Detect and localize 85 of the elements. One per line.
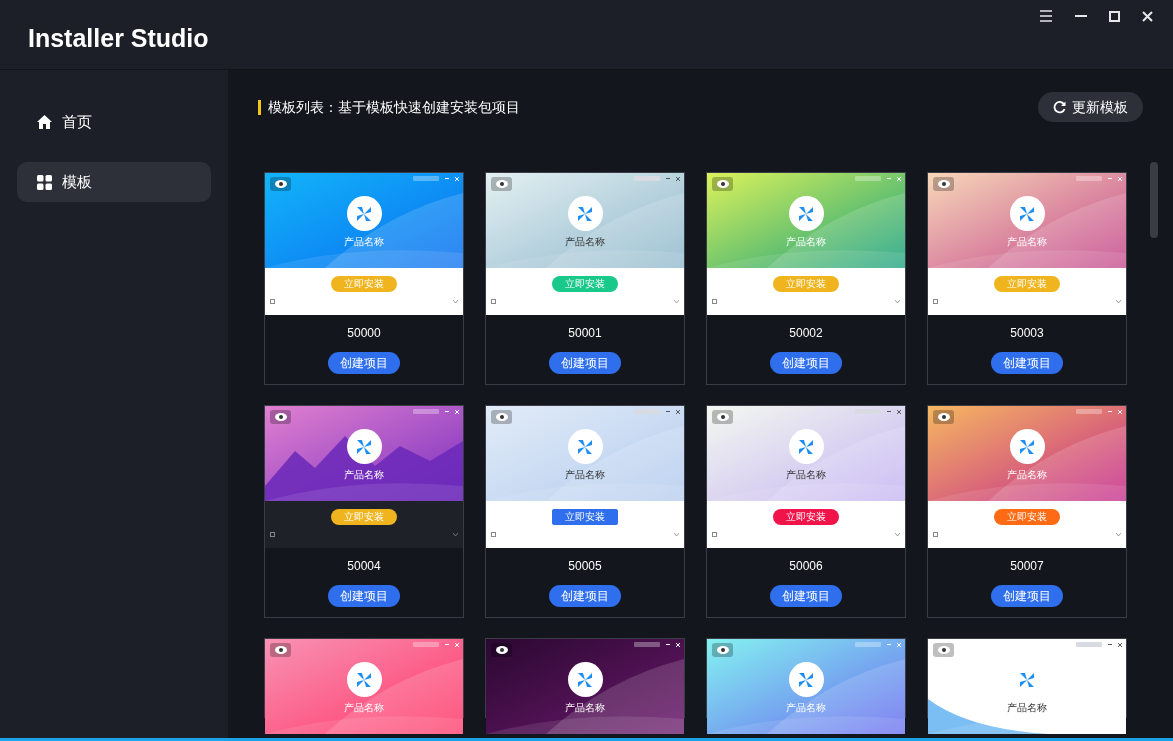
install-button[interactable]: 立即安装 (552, 509, 618, 525)
product-name: 产品名称 (565, 702, 605, 714)
product-name: 产品名称 (786, 236, 826, 248)
maximize-icon[interactable] (1109, 10, 1120, 22)
pinwheel-icon (355, 670, 373, 689)
install-button[interactable]: 立即安装 (994, 509, 1060, 525)
template-id: 50005 (568, 558, 602, 574)
sidebar-item[interactable]: 首页 (17, 102, 211, 142)
eye-icon[interactable] (937, 646, 950, 654)
template-id: 50004 (347, 558, 381, 574)
pinwheel-icon (576, 204, 594, 223)
agreement-checkbox[interactable] (712, 299, 717, 304)
eye-icon[interactable] (495, 646, 508, 654)
eye-icon[interactable] (274, 646, 287, 654)
create-project-button[interactable]: 创建项目 (549, 585, 621, 607)
chevron-down-icon[interactable] (1116, 533, 1121, 536)
agreement-checkbox[interactable] (933, 532, 938, 537)
eye-icon[interactable] (716, 413, 729, 421)
agreement-checkbox[interactable] (712, 532, 717, 537)
section-heading: 模板列表：基于模板快速创建安装包项目 (268, 97, 520, 117)
pinwheel-icon (1018, 670, 1036, 689)
agreement-checkbox[interactable] (491, 532, 496, 537)
app-title: Installer Studio (28, 23, 209, 54)
product-name: 产品名称 (344, 236, 384, 248)
create-project-button[interactable]: 创建项目 (549, 352, 621, 374)
language-dropdown[interactable] (634, 642, 660, 647)
product-name: 产品名称 (565, 236, 605, 248)
product-name: 产品名称 (786, 702, 826, 714)
pinwheel-icon (1018, 437, 1036, 456)
eye-icon[interactable] (495, 413, 508, 421)
refresh-button[interactable]: 更新模板 (1038, 92, 1143, 122)
pinwheel-icon (355, 204, 373, 223)
install-button[interactable]: 立即安装 (773, 509, 839, 525)
eye-icon[interactable] (716, 646, 729, 654)
product-name: 产品名称 (1007, 236, 1047, 248)
create-project-button[interactable]: 创建项目 (770, 585, 842, 607)
product-name: 产品名称 (786, 469, 826, 481)
product-name: 产品名称 (344, 702, 384, 714)
chevron-down-icon[interactable] (453, 300, 458, 303)
sidebar-item[interactable]: 模板 (17, 162, 211, 202)
chevron-down-icon[interactable] (1116, 300, 1121, 303)
template-id: 50003 (1010, 325, 1044, 341)
pinwheel-icon (576, 437, 594, 456)
agreement-checkbox[interactable] (270, 532, 275, 537)
pinwheel-icon (1018, 204, 1036, 223)
agreement-checkbox[interactable] (491, 299, 496, 304)
product-name: 产品名称 (344, 469, 384, 481)
pinwheel-icon (576, 670, 594, 689)
pinwheel-icon (355, 437, 373, 456)
agreement-checkbox[interactable] (270, 299, 275, 304)
menu-icon[interactable] (1039, 10, 1053, 22)
create-project-button[interactable]: 创建项目 (770, 352, 842, 374)
template-id: 50007 (1010, 558, 1044, 574)
create-project-button[interactable]: 创建项目 (991, 352, 1063, 374)
pinwheel-icon (797, 437, 815, 456)
template-id: 50002 (789, 325, 823, 341)
scrollbar[interactable] (1150, 162, 1158, 238)
pinwheel-icon (797, 204, 815, 223)
eye-icon[interactable] (274, 413, 287, 421)
eye-icon[interactable] (937, 413, 950, 421)
create-project-button[interactable]: 创建项目 (328, 585, 400, 607)
agreement-checkbox[interactable] (933, 299, 938, 304)
create-project-button[interactable]: 创建项目 (991, 585, 1063, 607)
eye-icon[interactable] (937, 180, 950, 188)
create-project-button[interactable]: 创建项目 (328, 352, 400, 374)
eye-icon[interactable] (274, 180, 287, 188)
chevron-down-icon[interactable] (674, 300, 679, 303)
eye-icon[interactable] (716, 180, 729, 188)
pinwheel-icon (797, 670, 815, 689)
chevron-down-icon[interactable] (453, 533, 458, 536)
refresh-icon (1053, 100, 1066, 114)
chevron-down-icon[interactable] (895, 300, 900, 303)
template-id: 50001 (568, 325, 602, 341)
eye-icon[interactable] (495, 180, 508, 188)
chevron-down-icon[interactable] (674, 533, 679, 536)
product-name: 产品名称 (1007, 469, 1047, 481)
template-id: 50006 (789, 558, 823, 574)
product-name: 产品名称 (1007, 702, 1047, 714)
template-id: 50000 (347, 325, 381, 341)
close-icon[interactable] (1118, 642, 1122, 647)
chevron-down-icon[interactable] (895, 533, 900, 536)
accent-bar (258, 99, 261, 115)
product-name: 产品名称 (565, 469, 605, 481)
grid-icon (37, 174, 52, 190)
home-icon (37, 115, 52, 129)
